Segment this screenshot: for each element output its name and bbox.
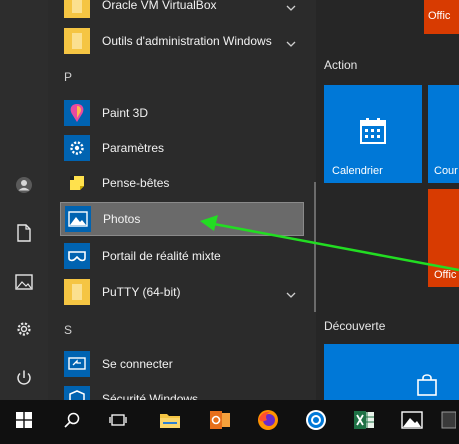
list-item-se-connecter[interactable]: Se connecter: [60, 347, 304, 381]
list-item-portail-realite-mixte[interactable]: Portail de réalité mixte: [60, 239, 304, 273]
list-item-virtualbox[interactable]: Oracle VM VirtualBox: [60, 0, 304, 22]
list-item-securite-windows[interactable]: Sécurité Windows: [60, 382, 304, 400]
folder-icon: [64, 279, 90, 305]
document-icon: [16, 223, 32, 247]
group-title-decouverte: Découverte: [324, 319, 386, 333]
app-blue-circle-icon: [305, 409, 327, 436]
app-icon: [440, 410, 456, 435]
user-icon: [15, 176, 33, 199]
app-label: Paint 3D: [102, 106, 149, 120]
chevron-down-icon[interactable]: [286, 34, 296, 52]
power-button[interactable]: [0, 360, 48, 400]
app-label: Sécurité Windows: [102, 392, 199, 400]
search-button[interactable]: [52, 402, 92, 442]
taskbar: [0, 400, 459, 444]
app-label: Photos: [103, 212, 141, 226]
connect-icon: [64, 351, 90, 377]
sticky-notes-icon: [64, 170, 90, 196]
list-item-outils-admin[interactable]: Outils d'administration Windows: [60, 24, 304, 58]
taskbar-outlook[interactable]: [200, 402, 240, 442]
tile-label: Calendrier: [332, 165, 383, 177]
store-bag-icon: [416, 374, 438, 400]
app-list: Oracle VM VirtualBox Outils d'administra…: [48, 0, 310, 400]
task-view-icon: [109, 412, 127, 433]
task-view-button[interactable]: [98, 402, 138, 442]
settings-icon: [15, 320, 33, 343]
list-item-pense-betes[interactable]: Pense-bêtes: [60, 166, 304, 200]
group-title-action: Action: [324, 58, 358, 72]
photos-icon: [65, 206, 91, 232]
excel-icon: [353, 410, 375, 435]
settings-button[interactable]: [0, 311, 48, 351]
tile-office[interactable]: Offic: [428, 189, 459, 287]
windows-start-icon: [16, 411, 32, 433]
pictures-icon: [15, 273, 33, 295]
taskbar-app-blue-circle[interactable]: [296, 402, 336, 442]
app-label: PuTTY (64-bit): [102, 285, 181, 299]
folder-icon: [64, 28, 90, 54]
chevron-down-icon[interactable]: [286, 0, 296, 16]
tile-courrier[interactable]: Cour: [428, 85, 459, 183]
calendar-icon: [359, 117, 387, 150]
app-label: Se connecter: [102, 357, 173, 371]
taskbar-excel[interactable]: [344, 402, 384, 442]
tile-store[interactable]: [324, 344, 459, 400]
list-item-parametres[interactable]: Paramètres: [60, 131, 304, 165]
paint3d-icon: [64, 100, 90, 126]
tile-label: Offic: [434, 269, 457, 281]
start-button[interactable]: [4, 402, 44, 442]
chevron-down-icon[interactable]: [286, 285, 296, 303]
firefox-icon: [257, 409, 279, 436]
outlook-icon: [209, 410, 231, 435]
start-left-rail: [0, 0, 48, 400]
tile-label: Offic: [428, 10, 451, 22]
app-label: Paramètres: [102, 141, 165, 155]
documents-button[interactable]: [0, 215, 48, 255]
section-letter-s[interactable]: S: [64, 323, 72, 337]
app-label: Oracle VM VirtualBox: [102, 0, 217, 12]
search-icon: [64, 412, 80, 433]
file-explorer-icon: [159, 411, 181, 434]
user-account-button[interactable]: [0, 167, 48, 207]
section-letter-p[interactable]: P: [64, 70, 72, 84]
power-icon: [15, 369, 33, 392]
list-item-putty[interactable]: PuTTY (64-bit): [60, 275, 304, 309]
folder-icon: [64, 0, 90, 18]
taskbar-app[interactable]: [436, 402, 459, 442]
app-label: Outils d'administration Windows: [102, 34, 272, 48]
list-item-paint3d[interactable]: Paint 3D: [60, 96, 304, 130]
tile-calendrier[interactable]: Calendrier: [324, 85, 422, 183]
shield-icon: [64, 386, 90, 400]
settings-gear-icon: [64, 135, 90, 161]
taskbar-file-explorer[interactable]: [150, 402, 190, 442]
photos-icon: [401, 410, 423, 434]
taskbar-photos[interactable]: [392, 402, 432, 442]
taskbar-firefox[interactable]: [248, 402, 288, 442]
app-label: Pense-bêtes: [102, 176, 170, 190]
tiles-panel: Offic Action Calendrier Cour Offic Décou…: [316, 0, 459, 400]
list-item-photos[interactable]: Photos: [60, 202, 304, 236]
mixed-reality-icon: [64, 243, 90, 269]
pictures-button[interactable]: [0, 264, 48, 304]
tile-office-top[interactable]: Offic: [424, 0, 459, 34]
tile-label: Cour: [434, 165, 458, 177]
app-label: Portail de réalité mixte: [102, 249, 221, 263]
